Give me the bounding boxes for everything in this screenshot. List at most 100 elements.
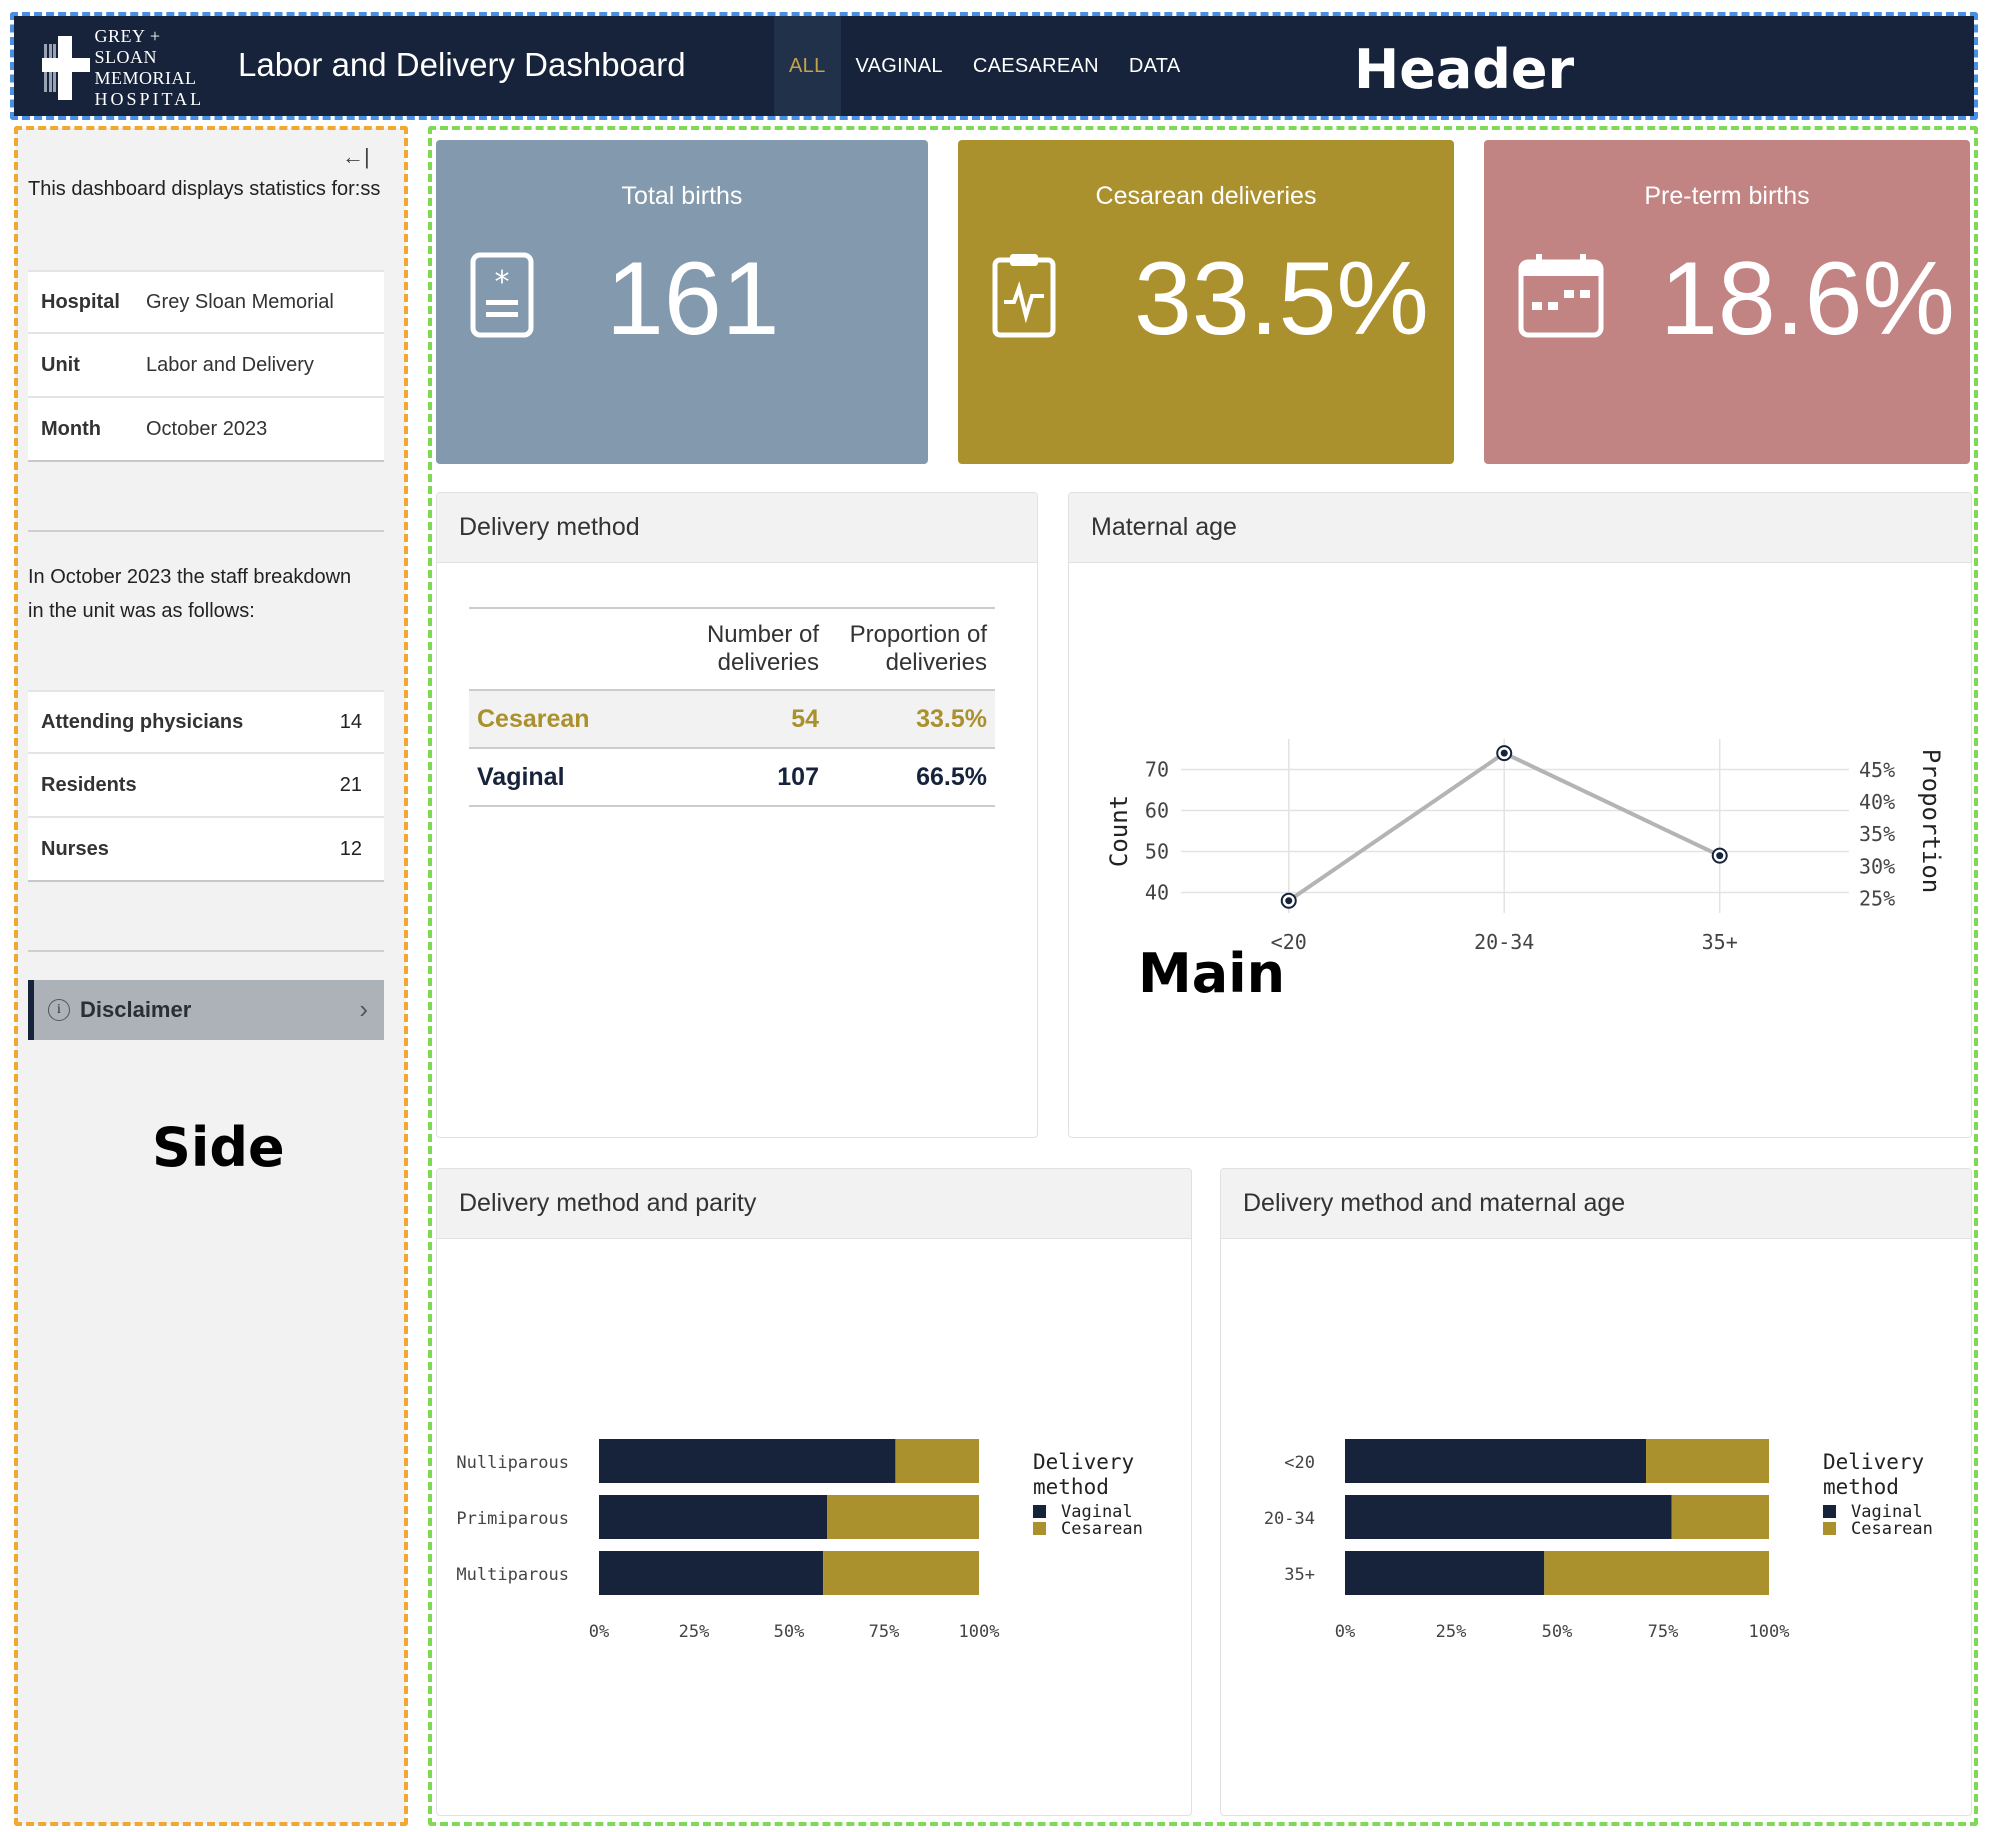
clipboard-pulse-icon: [992, 254, 1056, 338]
disclaimer-accordion[interactable]: i Disclaimer ›: [28, 980, 384, 1040]
x-tick-label: 100%: [1749, 1622, 1790, 1642]
age-stacked-bar-chart: <20 20-34 35+ 0% 25% 50% 75% 100% Deliverymethod…: [1264, 1439, 1933, 1642]
delivery-method-table: Number of deliveries Proportion of deliv…: [469, 607, 995, 807]
value-box-value: 33.5%: [1134, 241, 1429, 357]
info-value: Labor and Delivery: [146, 353, 314, 376]
divider: [28, 950, 384, 952]
x-tick-label: 50%: [1542, 1622, 1573, 1642]
legend-swatch: [1823, 1522, 1836, 1535]
category-label: Multiparous: [456, 1565, 569, 1585]
method-cell: Cesarean: [477, 704, 590, 733]
x-tick-label: 100%: [959, 1622, 1000, 1642]
y-tick-label: 70: [1145, 758, 1169, 782]
bar-segment-cesarean: [827, 1495, 979, 1539]
y-tick-label: 60: [1145, 799, 1169, 823]
side-annotation-label: Side: [152, 1116, 285, 1179]
data-point-center: [1716, 852, 1724, 860]
data-point-center: [1500, 749, 1508, 757]
legend-title: Delivery: [1033, 1450, 1134, 1474]
x-tick-label: 20-34: [1474, 930, 1534, 954]
nav-tabs: ALL VAGINAL CAESAREAN DATA: [774, 16, 1195, 116]
column-header: Proportion of deliveries: [849, 621, 987, 676]
staff-intro: In October 2023 the staff breakdown in t…: [28, 566, 352, 622]
header-annotation-label: Header: [1354, 38, 1575, 101]
x-tick-label: 0%: [589, 1622, 609, 1642]
tab-all[interactable]: ALL: [774, 16, 841, 116]
medical-record-icon: *: [470, 252, 534, 338]
staff-count: 14: [339, 710, 362, 733]
y-axis-title: Count: [1105, 795, 1133, 867]
proportion-cell: 33.5%: [916, 704, 987, 733]
y2-tick-label: 30%: [1859, 854, 1895, 878]
bar-segment-cesarean: [1646, 1439, 1769, 1483]
table-row: Cesarean 54 33.5%: [469, 691, 995, 749]
legend-title: Delivery: [1823, 1450, 1924, 1474]
y2-axis-title: Proportion: [1917, 749, 1945, 894]
total-births-box: Total births * 161: [436, 140, 928, 464]
category-label: Nulliparous: [456, 1453, 569, 1473]
legend-swatch: [1033, 1522, 1046, 1535]
svg-text:*: *: [495, 265, 510, 300]
logo-line-1: GREY + SLOAN: [94, 26, 161, 67]
info-row: Hospital Grey Sloan Memorial: [28, 270, 384, 334]
sidebar-intro: This dashboard displays statistics for:s…: [28, 178, 381, 200]
tab-data[interactable]: DATA: [1114, 16, 1196, 116]
staff-row: Residents 21: [28, 754, 384, 818]
divider: [28, 530, 384, 532]
info-key: Unit: [41, 353, 80, 376]
cesarean-deliveries-box: Cesarean deliveries 33.5%: [958, 140, 1454, 464]
logo-line-3: HOSPITAL: [94, 89, 205, 109]
info-row: Unit Labor and Delivery: [28, 334, 384, 398]
value-box-value: 18.6%: [1660, 241, 1955, 357]
bar-segment-vaginal: [599, 1495, 827, 1539]
calendar-icon: [1518, 254, 1604, 338]
legend-label: Cesarean: [1851, 1519, 1933, 1539]
card-title: Delivery method and parity: [437, 1169, 1191, 1239]
disclaimer-label: Disclaimer: [80, 997, 192, 1022]
logo-line-2: MEMORIAL: [94, 68, 197, 88]
category-label: Primiparous: [456, 1509, 569, 1529]
staff-role: Residents: [41, 773, 137, 796]
tab-caesarean[interactable]: CAESAREAN: [958, 16, 1114, 116]
x-tick-label: 75%: [869, 1622, 900, 1642]
collapse-sidebar-icon[interactable]: ←|: [342, 144, 370, 170]
header-bar: GREY + SLOAN MEMORIAL HOSPITAL Labor and…: [14, 16, 1974, 116]
bar-segment-vaginal: [1345, 1439, 1647, 1483]
legend-label: Cesarean: [1061, 1519, 1143, 1539]
x-tick-label: 35+: [1702, 930, 1738, 954]
bar-segment-cesarean: [1671, 1495, 1769, 1539]
staff-row: Nurses 12: [28, 818, 384, 882]
delivery-method-card: Delivery method Number of deliveries Pro…: [436, 492, 1038, 1138]
x-tick-label: 0%: [1335, 1622, 1355, 1642]
maternal-age-line-chart: 4050607025%30%35%40%45%<20 20-34 35+Count P…: [1105, 739, 1945, 954]
count-cell: 54: [791, 704, 819, 733]
staff-count: 21: [339, 773, 362, 796]
y-tick-label: 40: [1145, 881, 1169, 905]
info-key: Month: [41, 417, 101, 440]
staff-count: 12: [339, 837, 362, 860]
column-header: Number of deliveries: [706, 621, 819, 676]
value-box-title: Total births: [621, 182, 743, 210]
parity-stacked-bar-chart: Nulliparous Primiparous Multiparous 0% 25% 50…: [456, 1439, 1143, 1642]
staff-table: Attending physicians 14 Residents 21 Nur…: [28, 690, 384, 882]
category-label: <20: [1284, 1453, 1315, 1473]
chevron-right-icon: ›: [359, 994, 368, 1024]
legend-swatch: [1823, 1505, 1836, 1518]
data-point-center: [1285, 897, 1293, 905]
y2-tick-label: 40%: [1859, 790, 1895, 814]
logo-cross-icon: [42, 36, 90, 100]
info-value: October 2023: [146, 417, 268, 440]
app-title: Labor and Delivery Dashboard: [238, 46, 686, 83]
sidebar: ←| This dashboard displays statistics fo…: [16, 128, 406, 1824]
y2-tick-label: 35%: [1859, 822, 1895, 846]
y2-tick-label: 45%: [1859, 758, 1895, 782]
bar-segment-vaginal: [1345, 1551, 1545, 1595]
info-row: Month October 2023: [28, 398, 384, 462]
info-table: Hospital Grey Sloan Memorial Unit Labor …: [28, 270, 384, 462]
main-annotation-label: Main: [1138, 942, 1286, 1005]
legend-swatch: [1033, 1505, 1046, 1518]
maternal-age-card: Maternal age 40 50 60 70 25% 30% 35% 40% 45% <20 2…: [1068, 492, 1972, 1138]
x-tick-label: 25%: [1436, 1622, 1467, 1642]
tab-vaginal[interactable]: VAGINAL: [841, 16, 958, 116]
info-key: Hospital: [41, 290, 120, 313]
